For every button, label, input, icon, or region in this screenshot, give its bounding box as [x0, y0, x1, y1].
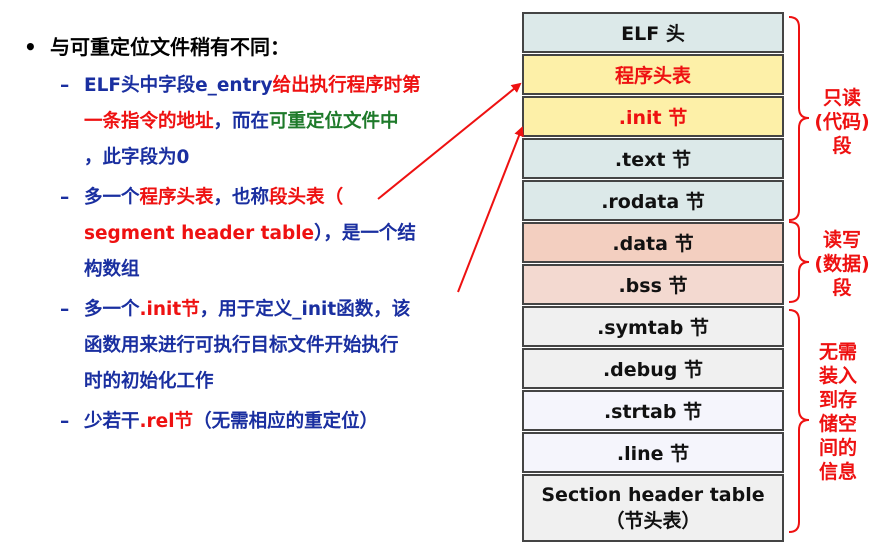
- group-line: 储空: [818, 413, 857, 435]
- group-line: (代码): [814, 111, 870, 133]
- group-line: 装入: [818, 365, 857, 387]
- group-line: 段: [832, 277, 852, 299]
- group-line: 无需: [818, 341, 857, 363]
- group-line: 间的: [818, 437, 857, 459]
- group-label-readwrite: 读写 (数据) 段: [810, 228, 874, 300]
- group-label-readonly: 只读 (代码) 段: [810, 86, 874, 158]
- brace-readonly: [788, 16, 810, 221]
- connector-overlay: [377, 16, 810, 533]
- group-line: 到存: [818, 389, 857, 411]
- arrow-to-program-header: [377, 82, 522, 200]
- group-label-noload: 无需 装入 到存 储空 间的 信息: [808, 340, 868, 484]
- group-line: (数据): [814, 253, 870, 275]
- brace-noload: [788, 309, 810, 533]
- group-line: 只读: [822, 87, 861, 109]
- group-line: 读写: [822, 229, 861, 251]
- arrow-to-init: [457, 126, 524, 293]
- brace-readwrite: [788, 221, 810, 303]
- group-line: 信息: [818, 461, 857, 483]
- group-line: 段: [832, 135, 852, 157]
